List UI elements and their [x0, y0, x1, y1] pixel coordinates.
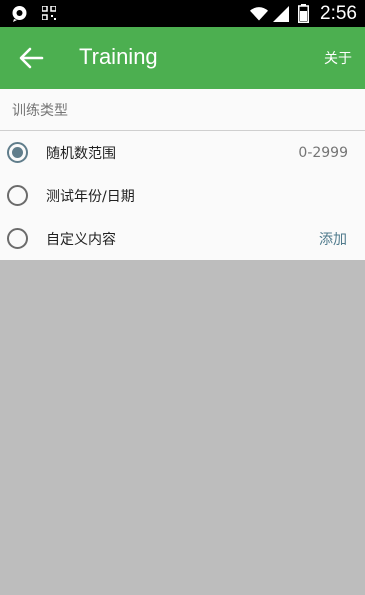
about-button[interactable]: 关于	[324, 48, 352, 68]
arrow-left-icon[interactable]	[18, 46, 44, 70]
status-bar: 2:56	[0, 0, 365, 27]
status-time: 2:56	[320, 2, 357, 24]
qr-icon	[40, 4, 58, 22]
radio-unselected-icon[interactable]	[7, 185, 28, 206]
option-test-date[interactable]: 测试年份/日期	[0, 174, 365, 217]
option-value: 0-2999	[298, 144, 348, 161]
add-button[interactable]: 添加	[319, 229, 347, 249]
option-label: 自定义内容	[46, 231, 116, 248]
app-bar: Training 关于	[0, 27, 365, 89]
training-type-list: 训练类型 随机数范围 0-2999 测试年份/日期 自定义内容 添加	[0, 89, 365, 260]
option-label: 测试年份/日期	[46, 188, 135, 205]
option-custom-content[interactable]: 自定义内容 添加	[0, 217, 365, 260]
wifi-icon	[250, 5, 269, 23]
option-random-range[interactable]: 随机数范围 0-2999	[0, 131, 365, 174]
battery-icon	[294, 4, 312, 23]
chat-icon	[10, 4, 28, 22]
option-label: 随机数范围	[46, 145, 116, 162]
radio-unselected-icon[interactable]	[7, 228, 28, 249]
signal-icon	[272, 5, 290, 23]
page-title: Training	[79, 44, 158, 69]
radio-selected-icon[interactable]	[7, 142, 28, 163]
section-header: 训练类型	[0, 89, 365, 131]
